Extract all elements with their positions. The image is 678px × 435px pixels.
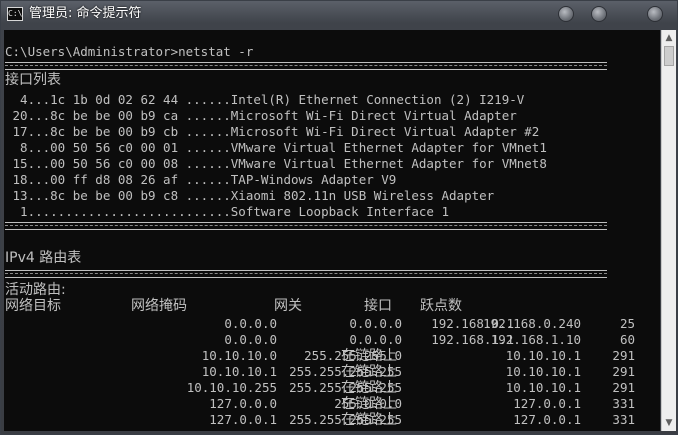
scroll-up-icon[interactable]: ▲ [662,31,676,45]
interface-row: 15...00 50 56 c0 00 08 ......VMware Virt… [5,156,547,171]
separator [5,270,607,278]
route-metric: 291 [612,364,635,379]
route-metric: 25 [619,316,635,331]
maximize-button[interactable] [591,6,607,22]
close-button[interactable] [647,6,663,22]
separator [5,222,607,230]
command-line: C:\Users\Administrator>netstat -r [5,44,254,59]
interface-row: 8...00 50 56 c0 00 01 ......VMware Virtu… [5,140,547,155]
interface-row: 13...8c be be 00 b9 c8 ......Xiaomi 802.… [5,188,495,203]
interface-row: 17...8c be be 00 b9 cb ......Microsoft W… [5,124,540,139]
window-title: 管理员: 命令提示符 [29,6,142,21]
minimize-button[interactable] [558,6,574,22]
vertical-scrollbar[interactable]: ▲ ▼ [661,30,676,431]
interface-list-heading: 接口列表 [5,72,61,88]
column-header: 网络目标 [5,298,61,314]
route-metric: 291 [612,348,635,363]
column-header: 网关 [274,298,302,314]
console-output[interactable]: C:\Users\Administrator>netstat -r 接口列表 4… [4,30,660,431]
column-header: 接口 [364,298,392,314]
interface-row: 4...1c 1b 0d 02 62 44 ......Intel(R) Eth… [5,92,525,107]
active-routes-heading: 活动路由: [5,282,66,298]
interface-row: 20...8c be be 00 b9 ca ......Microsoft W… [5,108,517,123]
console-window: C:\ 管理员: 命令提示符 C:\Users\Administrator>ne… [0,0,678,435]
interface-row: 18...00 ff d8 08 26 af ......TAP-Windows… [5,172,397,187]
title-bar[interactable]: C:\ 管理员: 命令提示符 [1,1,677,28]
column-header: 网络掩码 [131,298,187,314]
route-metric: 291 [612,380,635,395]
route-metric: 60 [619,332,635,347]
ipv4-heading: IPv4 路由表 [5,250,82,266]
scroll-thumb[interactable] [664,46,674,66]
scroll-down-icon[interactable]: ▼ [662,416,676,430]
route-metric: 331 [612,396,635,411]
separator [5,62,607,70]
column-header: 跃点数 [420,298,462,314]
cmd-icon[interactable]: C:\ [7,7,23,21]
interface-row: 1...........................Software Loo… [5,204,450,219]
route-metric: 331 [612,412,635,427]
